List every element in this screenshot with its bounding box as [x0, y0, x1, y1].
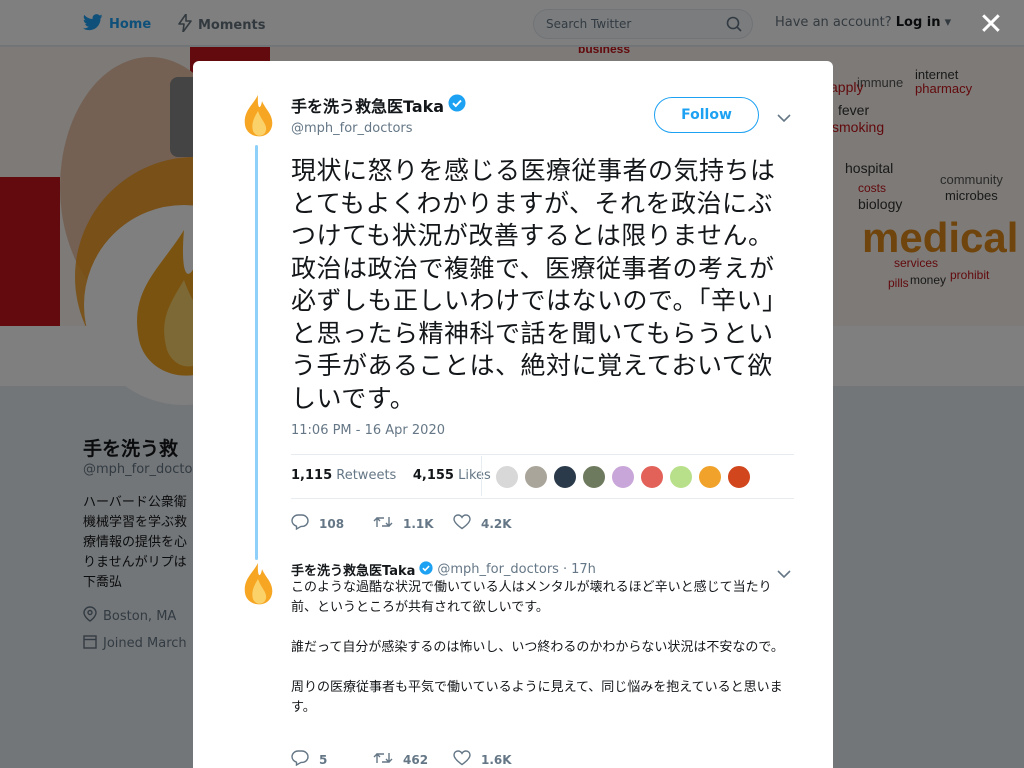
stats-separator	[481, 456, 482, 496]
follow-button[interactable]: Follow	[654, 97, 759, 133]
retweets-stat[interactable]: 1,115 Retweets	[291, 468, 396, 483]
retweet-button[interactable]: 1.1K	[373, 515, 453, 532]
liker-avatar[interactable]	[524, 465, 548, 489]
tweet-author-handle[interactable]: @mph_for_doctors	[291, 121, 413, 136]
like-button[interactable]: 4.2K	[453, 514, 512, 533]
reply-retweet-button[interactable]: 462	[373, 751, 453, 768]
liker-avatar[interactable]	[669, 465, 693, 489]
tweet-actions: 108 1.1K 4.2K	[291, 514, 512, 533]
reply-author-handle[interactable]: @mph_for_doctors	[437, 562, 559, 577]
tweet-timestamp[interactable]: 11:06 PM - 16 Apr 2020	[291, 423, 445, 438]
retweet-count: 1.1K	[403, 516, 434, 531]
tweet-modal: 手を洗う救急医Taka @mph_for_doctors Follow 現状に怒…	[193, 61, 833, 768]
reply-header: 手を洗う救急医Taka @mph_for_doctors · 17h	[291, 560, 596, 579]
verified-badge-icon	[448, 94, 466, 116]
tweet-author-name-text: 手を洗う救急医Taka	[291, 97, 445, 116]
liker-avatar[interactable]	[640, 465, 664, 489]
reply-text: このような過酷な状況で働いている人はメンタルが壊れるほど辛いと感じて当たり前、と…	[291, 580, 784, 715]
retweets-label: Retweets	[336, 468, 397, 483]
heart-icon	[453, 514, 471, 533]
tweet-author-name[interactable]: 手を洗う救急医Taka	[291, 93, 466, 117]
reply-like-count: 1.6K	[481, 752, 512, 767]
liker-avatar[interactable]	[698, 465, 722, 489]
dot-separator: ·	[562, 562, 568, 577]
likers-avatars	[495, 465, 751, 489]
reply-author-avatar[interactable]	[241, 561, 275, 609]
liker-avatar[interactable]	[611, 465, 635, 489]
liker-avatar[interactable]	[582, 465, 606, 489]
close-icon[interactable]: ✕	[978, 10, 1004, 40]
like-count: 4.2K	[481, 516, 512, 531]
reply-time[interactable]: 17h	[571, 562, 596, 577]
reply-retweet-count: 462	[403, 752, 429, 767]
stats-bottom-divider	[291, 498, 794, 499]
tweet-author-avatar[interactable]	[241, 93, 275, 141]
retweet-icon	[373, 515, 393, 532]
reply-button[interactable]: 108	[291, 514, 373, 533]
thread-line	[255, 145, 258, 560]
reply-author-name[interactable]: 手を洗う救急医Taka	[291, 560, 415, 579]
liker-avatar[interactable]	[495, 465, 519, 489]
reply-actions: 5 462 1.6K	[291, 750, 512, 768]
likes-label: Likes	[458, 468, 491, 483]
reply-like-button[interactable]: 1.6K	[453, 750, 512, 768]
tweet-options-chevron-icon[interactable]	[777, 108, 791, 127]
reply-reply-button[interactable]: 5	[291, 750, 373, 768]
heart-icon	[453, 750, 471, 768]
reply-icon	[291, 514, 309, 533]
liker-avatar[interactable]	[727, 465, 751, 489]
reply-icon	[291, 750, 309, 768]
tweet-stats: 1,115 Retweets 4,155 Likes	[291, 468, 491, 483]
tweet-text: 現状に怒りを感じる医療従事者の気持ちはとてもよくわかりますが、それを政治にぶつけ…	[291, 156, 788, 413]
likes-stat[interactable]: 4,155 Likes	[413, 468, 491, 483]
liker-avatar[interactable]	[553, 465, 577, 489]
likes-count: 4,155	[412, 468, 454, 483]
reply-count: 108	[319, 516, 345, 531]
verified-badge-icon	[419, 560, 434, 579]
retweets-count: 1,115	[291, 468, 333, 483]
retweet-icon	[373, 751, 393, 768]
reply-reply-count: 5	[319, 752, 328, 767]
stats-top-divider	[291, 454, 794, 455]
